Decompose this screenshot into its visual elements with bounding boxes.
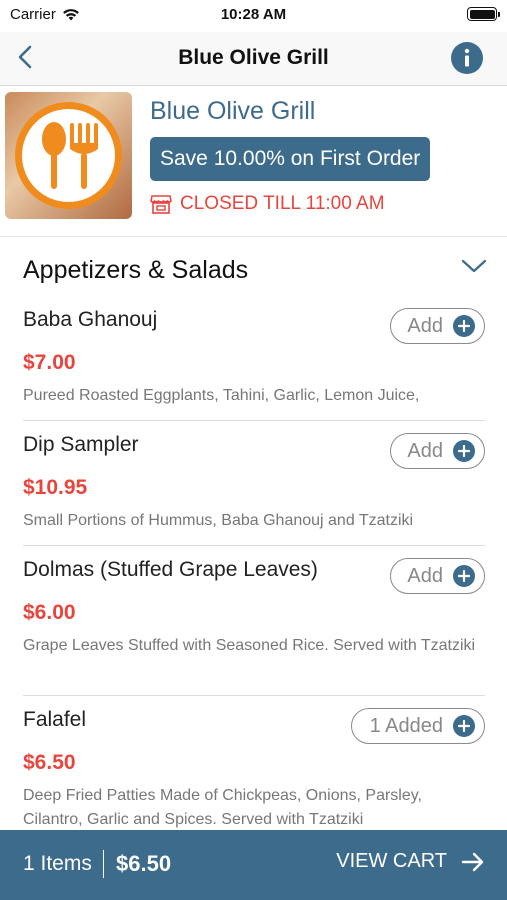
- status-bar: Carrier 10:28 AM: [0, 0, 507, 32]
- item-description: Deep Fried Patties Made of Chickpeas, On…: [23, 787, 422, 828]
- add-button-label: 1 Added: [369, 714, 443, 737]
- add-button[interactable]: Add: [390, 558, 485, 594]
- item-description: Pureed Roasted Eggplants, Tahini, Garlic…: [23, 387, 420, 404]
- item-name: Baba Ghanouj: [23, 308, 158, 331]
- add-button[interactable]: Add: [390, 433, 485, 469]
- cart-item-count: 1 Items: [23, 852, 92, 875]
- restaurant-name: Blue Olive Grill: [150, 97, 316, 125]
- add-button[interactable]: Add: [390, 308, 485, 344]
- status-time: 10:28 AM: [220, 6, 287, 23]
- view-cart-button[interactable]: VIEW CART: [336, 850, 485, 873]
- navigation-bar: Blue Olive Grill: [0, 32, 507, 86]
- restaurant-header: Blue Olive Grill Save 10.00% on First Or…: [0, 87, 507, 237]
- item-price: $10.95: [23, 476, 88, 499]
- plus-circle-icon: [453, 315, 475, 337]
- plus-circle-icon: [453, 440, 475, 462]
- item-name: Dolmas (Stuffed Grape Leaves): [23, 558, 318, 581]
- item-divider: [23, 695, 485, 696]
- menu-item[interactable]: Dolmas (Stuffed Grape Leaves) Add $6.00 …: [23, 558, 485, 696]
- add-button-label: Add: [407, 439, 443, 462]
- item-divider: [23, 420, 485, 421]
- item-name: Falafel: [23, 708, 87, 731]
- add-button-label: Add: [407, 314, 443, 337]
- plus-circle-icon: [453, 715, 475, 737]
- store-closed-icon: [150, 195, 172, 214]
- item-price: $7.00: [23, 351, 76, 374]
- item-description: Grape Leaves Stuffed with Seasoned Rice.…: [23, 637, 476, 654]
- item-divider: [23, 545, 485, 546]
- cart-total: $6.50: [116, 851, 172, 876]
- closed-status-text: CLOSED TILL 11:00 AM: [180, 193, 385, 214]
- cart-separator: [103, 850, 104, 878]
- page-title: Blue Olive Grill: [178, 46, 329, 69]
- info-icon: [464, 48, 470, 67]
- section-header[interactable]: Appetizers & Salads: [0, 240, 507, 298]
- section-title: Appetizers & Salads: [23, 256, 249, 284]
- info-button[interactable]: [451, 42, 483, 74]
- added-button[interactable]: 1 Added: [351, 708, 485, 744]
- cart-bar[interactable]: 1 Items $6.50 VIEW CART: [0, 830, 507, 900]
- promo-badge: Save 10.00% on First Order: [150, 137, 431, 181]
- store-status: CLOSED TILL 11:00 AM: [150, 193, 385, 215]
- menu-item[interactable]: Falafel 1 Added $6.50 Deep Fried Patties…: [23, 708, 485, 830]
- item-price: $6.50: [23, 751, 76, 774]
- restaurant-logo: [5, 92, 132, 219]
- add-button-label: Add: [407, 564, 443, 587]
- item-price: $6.00: [23, 601, 76, 624]
- menu-item[interactable]: Dip Sampler Add $10.95 Small Portions of…: [23, 433, 485, 546]
- view-cart-label: VIEW CART: [336, 850, 447, 872]
- item-description: Small Portions of Hummus, Baba Ghanouj a…: [23, 512, 414, 529]
- battery-icon: [467, 7, 500, 21]
- fork-spoon-logo-icon: [15, 102, 122, 209]
- menu-item[interactable]: Baba Ghanouj Add $7.00 Pureed Roasted Eg…: [23, 308, 485, 421]
- item-name: Dip Sampler: [23, 433, 139, 456]
- chevron-down-icon[interactable]: [461, 258, 487, 274]
- arrow-right-icon: [461, 852, 484, 871]
- plus-circle-icon: [453, 565, 475, 587]
